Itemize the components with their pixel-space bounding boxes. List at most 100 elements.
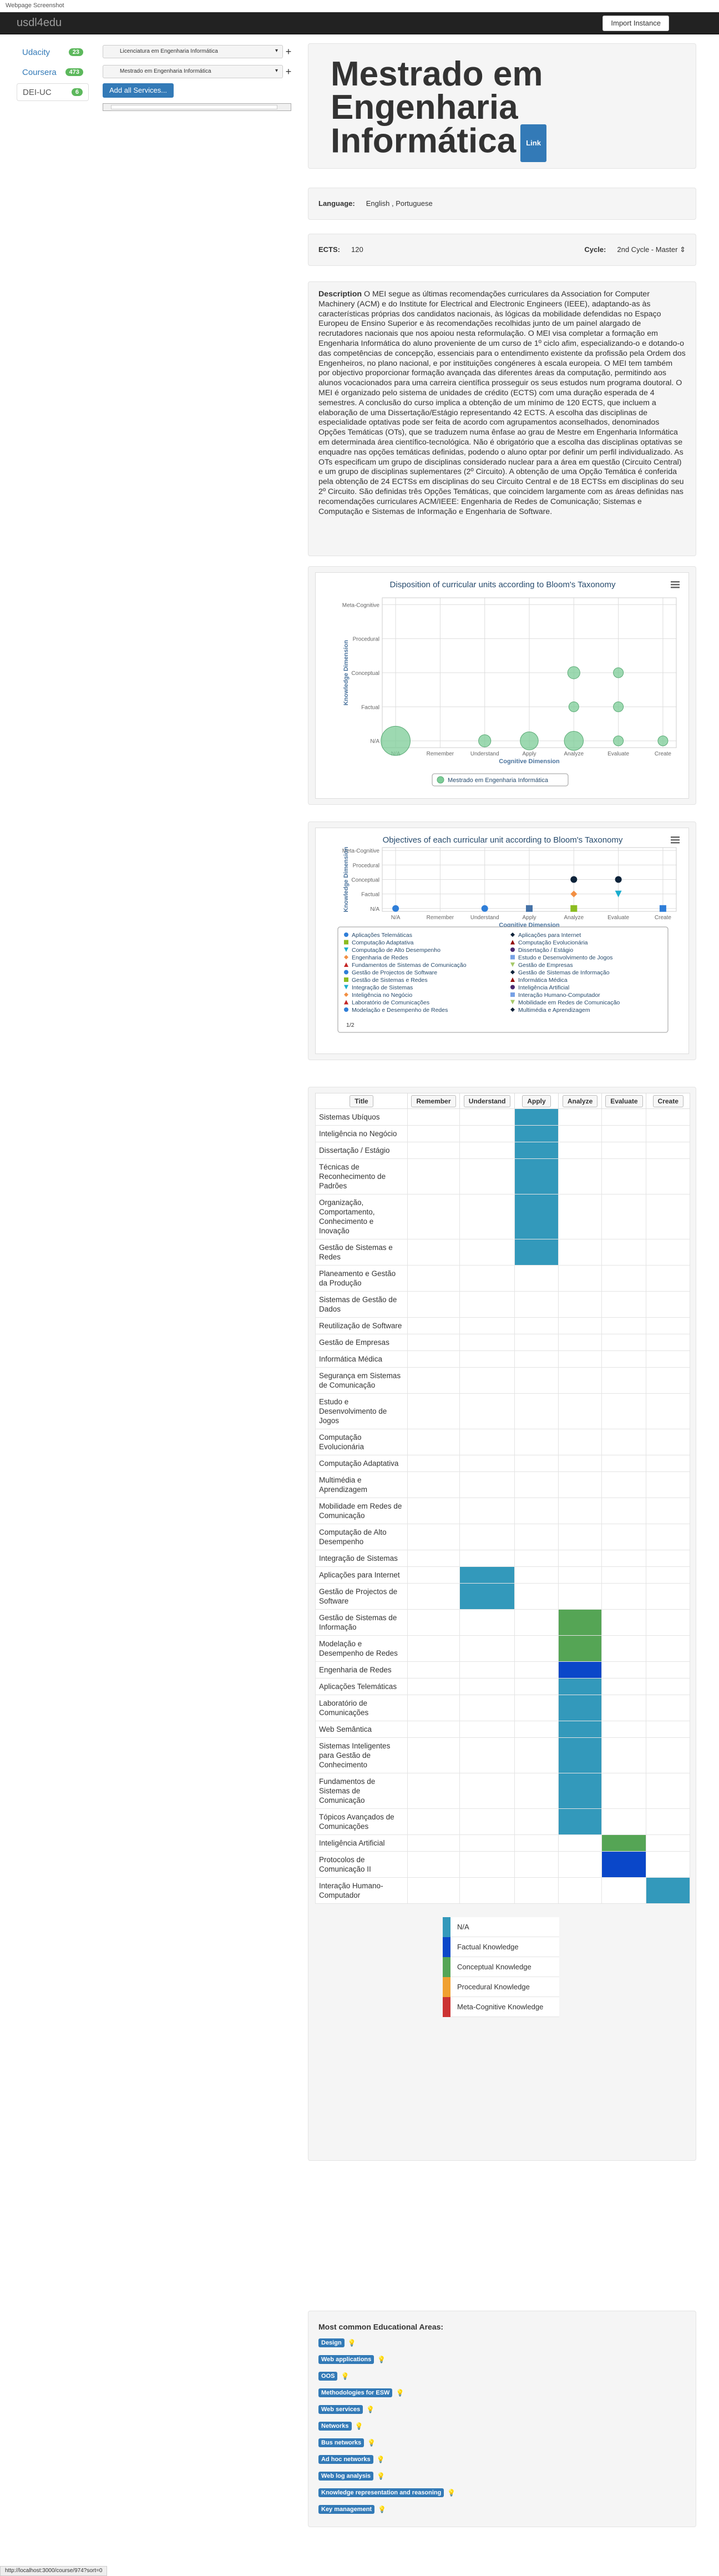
chart-menu-icon[interactable] — [671, 836, 680, 844]
lightbulb-icon[interactable]: 💡 — [447, 2489, 455, 2497]
lightbulb-icon[interactable]: 💡 — [367, 2439, 376, 2447]
course-title[interactable]: Integração de Sistemas — [315, 1550, 408, 1567]
import-instance-button[interactable]: Import Instance — [602, 16, 669, 31]
course-title[interactable]: Estudo e Desenvolvimento de Jogos — [315, 1393, 408, 1429]
bubble-point[interactable] — [613, 667, 624, 678]
course-title[interactable]: Tópicos Avançados de Comunicações — [315, 1808, 408, 1835]
course-title[interactable]: Aplicações para Internet — [315, 1566, 408, 1584]
lightbulb-icon[interactable]: 💡 — [348, 2339, 356, 2347]
course-title[interactable]: Computação de Alto Desempenho — [315, 1524, 408, 1550]
add-service-button[interactable]: + — [283, 46, 294, 58]
course-title[interactable]: Sistemas de Gestão de Dados — [315, 1291, 408, 1318]
course-title[interactable]: Modelação e Desempenho de Redes — [315, 1635, 408, 1662]
course-title[interactable]: Gestão de Empresas — [315, 1334, 408, 1351]
chart-legend[interactable]: Mestrado em Engenharia Informática — [432, 773, 569, 787]
legend-item[interactable]: Computação Evolucionária — [518, 940, 588, 946]
lightbulb-icon[interactable]: 💡 — [366, 2406, 374, 2413]
course-title[interactable]: Computação Adaptativa — [315, 1455, 408, 1472]
service-select[interactable]: Licenciatura em Engenharia Informática ▾ — [103, 45, 283, 58]
legend-item[interactable]: Engenharia de Redes — [352, 955, 408, 961]
chart-menu-icon[interactable] — [671, 581, 680, 588]
sort-icon[interactable]: ⇕ — [680, 245, 686, 254]
legend-item[interactable]: Inteligência no Negócio — [352, 992, 412, 999]
lightbulb-icon[interactable]: 💡 — [378, 2506, 386, 2513]
course-title[interactable]: Inteligência Artificial — [315, 1834, 408, 1852]
source-udacity[interactable]: Udacity 23 — [17, 43, 89, 61]
area-tag[interactable]: Design — [318, 2338, 345, 2347]
lightbulb-icon[interactable]: 💡 — [377, 2472, 385, 2480]
legend-item[interactable]: Gestão de Sistemas e Redes — [352, 977, 428, 984]
source-dei-uc[interactable]: DEI-UC 6 — [17, 83, 89, 101]
legend-item[interactable]: Inteligência Artificial — [518, 985, 569, 991]
area-tag[interactable]: Web services — [318, 2405, 363, 2414]
bubble-point[interactable] — [567, 666, 580, 679]
area-tag[interactable]: Bus networks — [318, 2438, 364, 2447]
area-tag[interactable]: Key management — [318, 2505, 375, 2514]
course-title[interactable]: Planeamento e Gestão da Produção — [315, 1265, 408, 1292]
bubble-point[interactable] — [381, 725, 411, 756]
bubble-point[interactable] — [520, 731, 539, 750]
course-title[interactable]: Computação Evolucionária — [315, 1429, 408, 1455]
area-tag[interactable]: Web applications — [318, 2355, 374, 2364]
area-tag[interactable]: Ad hoc networks — [318, 2455, 373, 2464]
lightbulb-icon[interactable]: 💡 — [341, 2372, 349, 2380]
course-title[interactable]: Gestão de Sistemas e Redes — [315, 1239, 408, 1266]
course-title[interactable]: Reutilização de Software — [315, 1317, 408, 1334]
legend-item[interactable]: Fundamentos de Sistemas de Comunicação — [352, 962, 467, 969]
area-tag[interactable]: Networks — [318, 2422, 352, 2431]
course-title[interactable]: Inteligência no Negócio — [315, 1125, 408, 1142]
course-title[interactable]: Sistemas Inteligentes para Gestão de Con… — [315, 1737, 408, 1773]
area-tag[interactable]: OOS — [318, 2372, 338, 2381]
course-title[interactable]: Informática Médica — [315, 1350, 408, 1368]
column-header[interactable]: Evaluate — [601, 1093, 647, 1109]
legend-item[interactable]: Informática Médica — [518, 977, 568, 984]
area-tag[interactable]: Web log analysis — [318, 2472, 374, 2481]
legend-item[interactable]: Computação Adaptativa — [352, 940, 414, 946]
add-all-services-button[interactable]: Add all Services... — [103, 83, 174, 98]
course-title[interactable]: Multimédia e Aprendizagem — [315, 1471, 408, 1498]
course-title[interactable]: Interação Humano-Computador — [315, 1877, 408, 1904]
bubble-point[interactable] — [564, 730, 584, 751]
course-title[interactable]: Sistemas Ubíquos — [315, 1108, 408, 1126]
course-title[interactable]: Web Semântica — [315, 1721, 408, 1738]
legend-item[interactable]: Estudo e Desenvolvimento de Jogos — [518, 955, 612, 961]
horizontal-scrollbar[interactable] — [103, 103, 291, 111]
course-title[interactable]: Organização, Comportamento, Conhecimento… — [315, 1194, 408, 1239]
bubble-point[interactable] — [568, 701, 579, 712]
legend-item[interactable]: Aplicações para Internet — [518, 932, 581, 939]
course-title[interactable]: Mobilidade em Redes de Comunicação — [315, 1498, 408, 1524]
column-header[interactable]: Understand — [459, 1093, 515, 1109]
lightbulb-icon[interactable]: 💡 — [377, 2356, 386, 2363]
lightbulb-icon[interactable]: 💡 — [396, 2389, 404, 2397]
lightbulb-icon[interactable]: 💡 — [377, 2456, 385, 2463]
chart-legend[interactable]: Aplicações Telemáticas Aplicações para In… — [337, 926, 669, 1033]
legend-item[interactable]: Multimédia e Aprendizagem — [518, 1007, 590, 1014]
column-header[interactable]: Remember — [407, 1093, 460, 1109]
column-header[interactable]: Title — [315, 1093, 408, 1109]
bubble-point[interactable] — [613, 735, 624, 747]
legend-item[interactable]: Laboratório de Comunicações — [352, 1000, 429, 1006]
course-title[interactable]: Técnicas de Reconhecimento de Padrões — [315, 1158, 408, 1194]
course-title[interactable]: Aplicações Telemáticas — [315, 1678, 408, 1695]
area-tag[interactable]: Methodologies for ESW — [318, 2388, 393, 2397]
area-tag[interactable]: Knowledge representation and reasoning — [318, 2488, 444, 2497]
course-title[interactable]: Dissertação / Estágio — [315, 1142, 408, 1159]
legend-item[interactable]: Interação Humano-Computador — [518, 992, 600, 999]
source-coursera[interactable]: Coursera 473 — [17, 63, 89, 81]
scrollbar-thumb[interactable] — [111, 105, 277, 109]
legend-item[interactable]: Dissertação / Estágio — [518, 947, 573, 954]
add-service-button[interactable]: + — [283, 66, 294, 78]
column-header[interactable]: Create — [646, 1093, 690, 1109]
course-title[interactable]: Gestão de Projectos de Software — [315, 1583, 408, 1610]
legend-item[interactable]: Gestão de Projectos de Software — [352, 970, 437, 976]
legend-item[interactable]: Integração de Sistemas — [352, 985, 413, 991]
legend-nav[interactable]: 1/2 — [346, 1022, 355, 1029]
lightbulb-icon[interactable]: 💡 — [355, 2422, 363, 2430]
brand-logo[interactable]: usdl4edu — [17, 17, 62, 29]
column-header[interactable]: Apply — [514, 1093, 559, 1109]
column-header[interactable]: Analyze — [558, 1093, 602, 1109]
service-select[interactable]: Mestrado em Engenharia Informática ▾ — [103, 65, 283, 78]
course-title[interactable]: Laboratório de Comunicações — [315, 1695, 408, 1721]
legend-item[interactable]: Mobilidade em Redes de Comunicação — [518, 1000, 620, 1006]
course-title[interactable]: Gestão de Sistemas de Informação — [315, 1609, 408, 1636]
